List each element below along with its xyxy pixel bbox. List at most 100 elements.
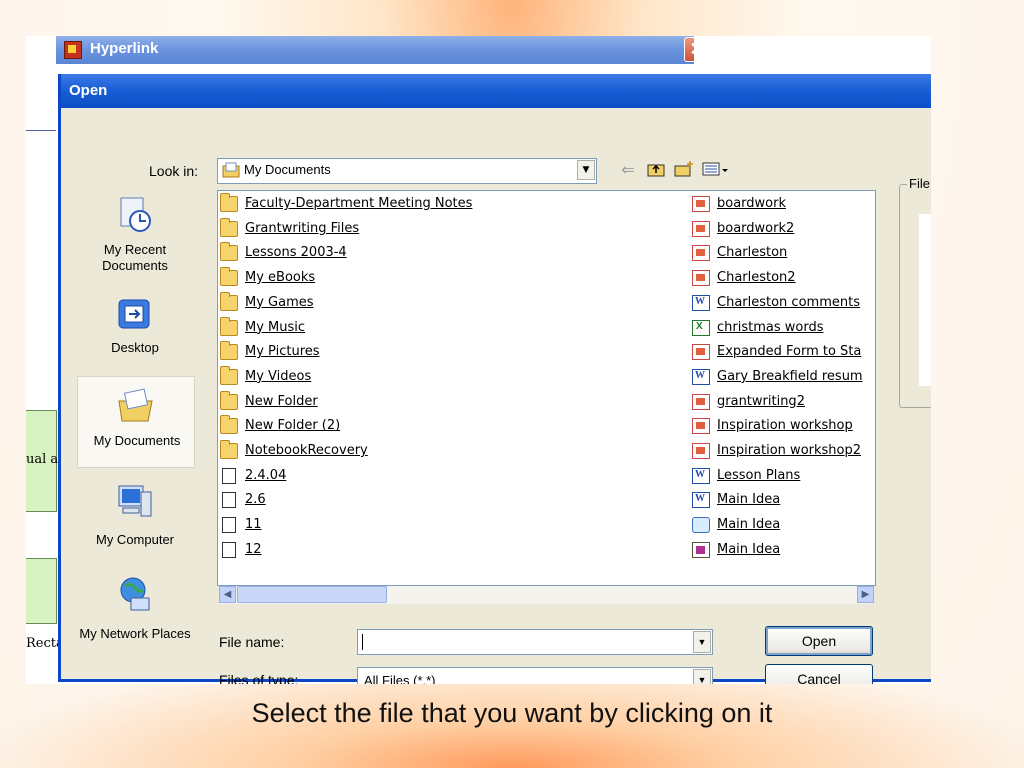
- cancel-button[interactable]: Cancel: [765, 664, 873, 684]
- screenshot-frame: ual a Recta square Hyperlink ✕ Open Look…: [26, 36, 931, 684]
- ppt-file-icon: [692, 245, 710, 262]
- my-documents-icon: [222, 162, 240, 178]
- folder-icon: [220, 365, 238, 385]
- files-of-type-value: All Files (*.*): [364, 673, 436, 684]
- place-my-documents[interactable]: My Documents: [77, 376, 195, 468]
- file-name: New Folder: [245, 393, 318, 409]
- folder-icon: [220, 390, 238, 410]
- look-in-combo[interactable]: My Documents ▼: [217, 158, 597, 184]
- file-name: My Videos: [245, 368, 312, 384]
- file-name: Gary Breakfield resum: [717, 368, 863, 384]
- ppt-file-icon: [692, 220, 710, 237]
- flowchart-shape: [26, 558, 57, 624]
- scroll-left-icon[interactable]: ◀: [219, 586, 236, 603]
- ppt-file-icon: [692, 196, 710, 212]
- folder-icon: [220, 316, 238, 336]
- place-my-computer[interactable]: My Computer: [71, 478, 199, 562]
- place-my-recent-documents[interactable]: My Recent Documents: [71, 190, 199, 290]
- file-name: Main Idea: [717, 492, 781, 508]
- open-button[interactable]: Open: [765, 626, 873, 656]
- place-label: Desktop: [111, 340, 159, 355]
- ppt-file-icon: [692, 344, 710, 361]
- file-name: 2.4.04: [245, 467, 287, 483]
- file-name: Grantwriting Files: [245, 220, 360, 236]
- hyperlink-app-icon: [64, 41, 82, 59]
- folder-icon: [220, 440, 238, 459]
- ppt-file-icon: [692, 418, 710, 435]
- file-name: My Music: [245, 319, 306, 335]
- preview-label: File: [907, 176, 931, 191]
- folder-icon: [220, 415, 238, 435]
- word-file-icon: [692, 294, 710, 311]
- file-name: boardwork: [717, 196, 786, 211]
- folder-icon: [220, 267, 238, 287]
- file-name: My Pictures: [245, 344, 320, 360]
- files-of-type-label: Files of type:: [219, 672, 299, 684]
- file-name: My eBooks: [245, 270, 316, 286]
- file-name: Charleston: [717, 245, 788, 261]
- back-icon[interactable]: ⇐: [617, 160, 639, 180]
- file-name: Charleston2: [717, 270, 796, 286]
- word-file-icon: [692, 492, 710, 509]
- doc-file-icon: [222, 467, 236, 484]
- doc-file-icon: [222, 517, 236, 534]
- desktop-icon: [118, 299, 150, 329]
- scrollbar-thumb[interactable]: [237, 586, 387, 603]
- file-name: Inspiration workshop2: [717, 443, 862, 458]
- background-text: ual a: [26, 452, 59, 467]
- ppt-file-icon: [692, 393, 710, 410]
- up-folder-icon[interactable]: [645, 160, 667, 180]
- scroll-right-icon[interactable]: ▶: [857, 586, 874, 603]
- file-name: Lessons 2003-4: [245, 245, 347, 261]
- chevron-down-icon[interactable]: ▼: [693, 631, 711, 653]
- file-name: boardwork2: [717, 220, 795, 236]
- new-folder-icon[interactable]: [673, 160, 695, 180]
- file-name-label: File name:: [219, 634, 285, 650]
- preview-pane: [919, 214, 931, 386]
- word-file-icon: [692, 467, 710, 484]
- file-name: Main Idea: [717, 541, 781, 557]
- place-desktop[interactable]: Desktop: [71, 290, 199, 370]
- open-titlebar: Open: [61, 74, 931, 108]
- file-name: Faculty-Department Meeting Notes: [245, 196, 473, 211]
- file-list: Faculty-Department Meeting Notes Grantwri…: [217, 190, 876, 586]
- folder-icon: [220, 291, 238, 311]
- folder-icon: [220, 217, 238, 237]
- file-name: 11: [245, 517, 262, 533]
- open-title: Open: [69, 82, 108, 99]
- network-places-icon: [120, 577, 150, 611]
- place-label: My Network Places: [79, 626, 191, 641]
- place-my-network-places[interactable]: My Network Places: [71, 574, 199, 670]
- my-computer-icon: [118, 485, 152, 517]
- folder-icon: [220, 242, 238, 262]
- chevron-down-icon[interactable]: ▼: [577, 160, 595, 180]
- hyperlink-title: Hyperlink: [90, 40, 159, 57]
- chevron-down-icon[interactable]: ▼: [693, 669, 711, 684]
- file-name: NotebookRecovery: [245, 443, 368, 458]
- ppt-file-icon: [692, 270, 710, 287]
- recent-documents-icon: [120, 197, 151, 232]
- file-name: 2.6: [245, 492, 266, 508]
- file-name: Expanded Form to Sta: [717, 344, 862, 360]
- file-name: Main Idea: [717, 517, 781, 533]
- document-background: [694, 36, 931, 64]
- flowchart-line: [26, 130, 56, 131]
- slide-caption: Select the file that you want by clickin…: [251, 698, 773, 728]
- image-file-icon: [692, 541, 710, 558]
- ppt-file-icon: [692, 443, 710, 459]
- file-name-input[interactable]: ▼: [357, 629, 713, 655]
- file-name: Inspiration workshop: [717, 418, 853, 434]
- text-cursor: [362, 634, 363, 650]
- doc-file-icon: [222, 492, 236, 509]
- open-dialog: Open Look in: My Documents ▼ ⇐ My Recent…: [58, 74, 931, 684]
- file-name: New Folder (2): [245, 418, 341, 434]
- my-documents-icon: [118, 388, 153, 422]
- file-name: My Games: [245, 294, 314, 310]
- horizontal-scrollbar[interactable]: ◀ ▶: [219, 586, 874, 604]
- file-name: grantwriting2: [717, 393, 805, 409]
- place-label: My Recent Documents: [102, 242, 168, 273]
- excel-file-icon: [692, 319, 710, 336]
- folder-icon: [220, 193, 238, 212]
- views-menu-icon[interactable]: [701, 160, 731, 180]
- files-of-type-select[interactable]: All Files (*.*) ▼: [357, 667, 713, 684]
